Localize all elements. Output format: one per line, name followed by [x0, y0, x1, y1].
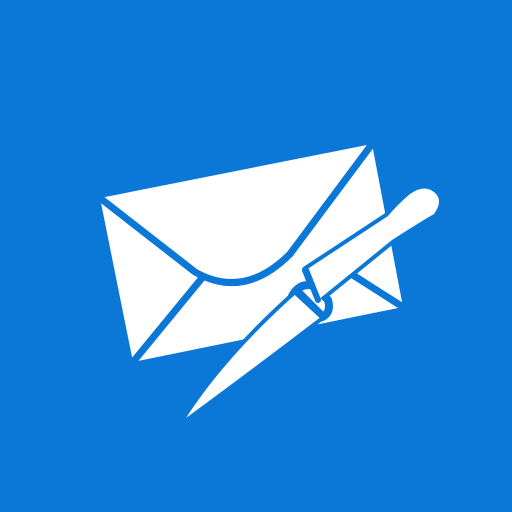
app-icon-tile — [0, 0, 512, 512]
envelope-letter-opener-icon — [96, 140, 443, 422]
